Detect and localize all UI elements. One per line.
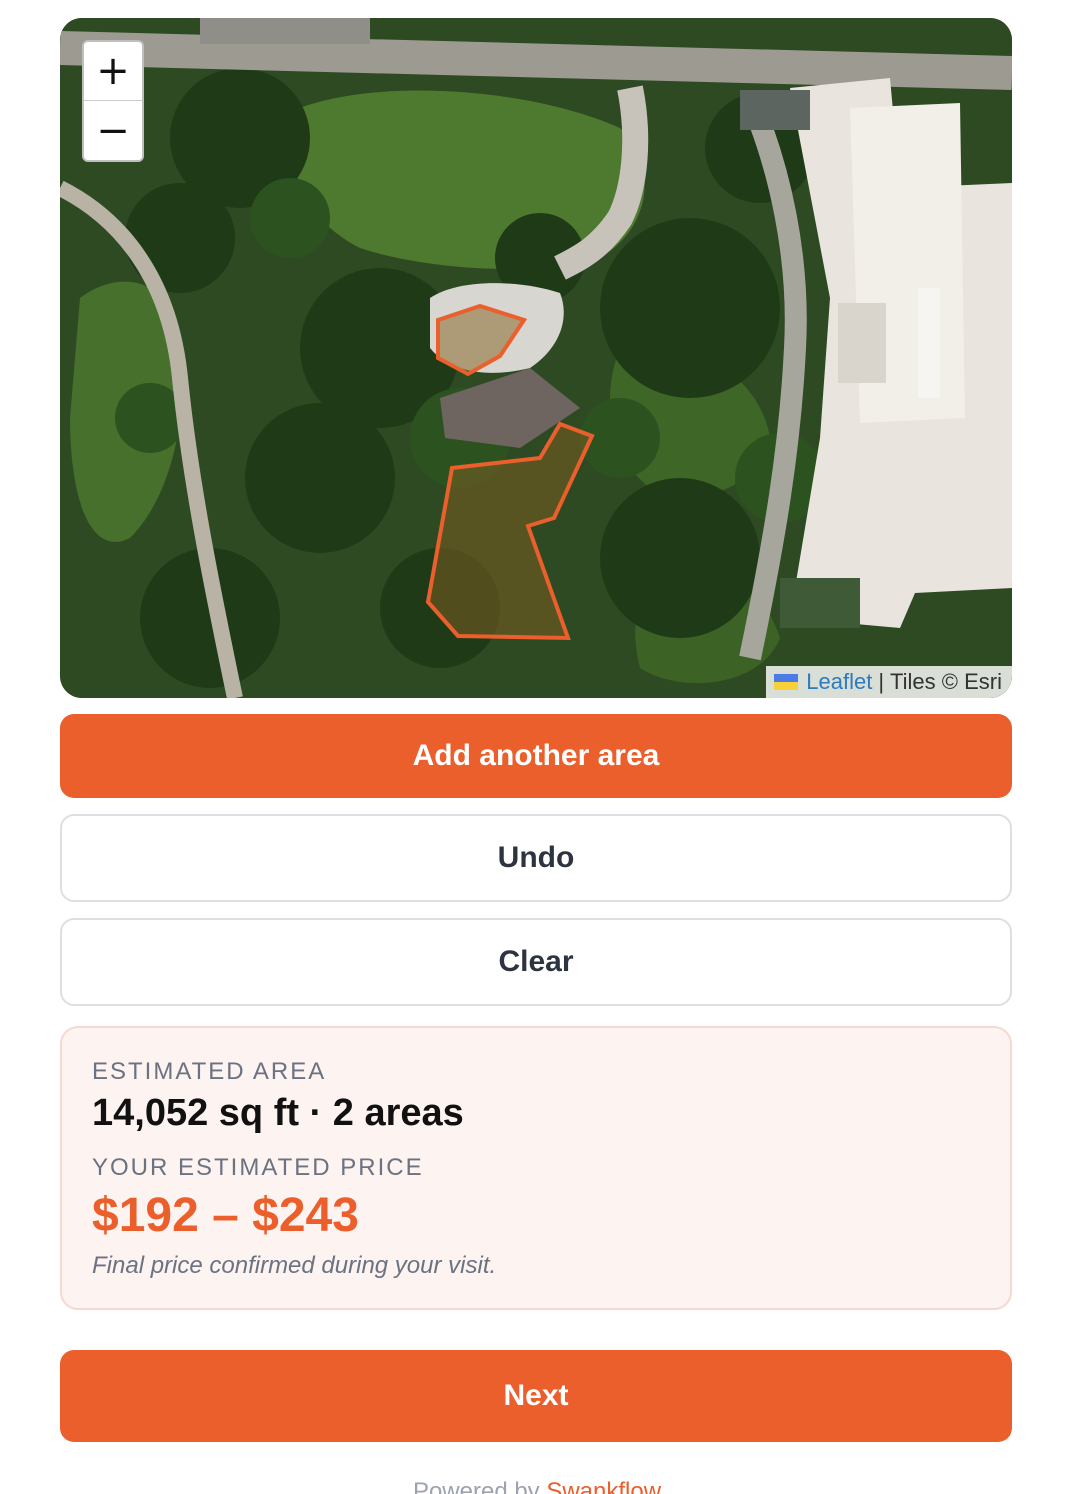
ukraine-flag-icon <box>774 674 799 690</box>
powered-by-text: Powered by <box>412 1478 547 1494</box>
map-view[interactable]: + − Leaflet | Tiles © Esri <box>60 18 1012 698</box>
leaflet-link[interactable]: Leaflet <box>806 669 872 695</box>
estimate-panel: ESTIMATED AREA 14,052 sq ft · 2 areas YO… <box>60 1026 1012 1310</box>
price-disclaimer: Final price confirmed during your visit. <box>92 1252 497 1279</box>
estimated-price-value: $192 – $243 <box>92 1189 359 1242</box>
brand-link[interactable]: Swankflow <box>546 1478 661 1494</box>
next-button[interactable]: Next <box>60 1350 1012 1442</box>
attribution-separator: | <box>878 669 885 694</box>
zoom-control: + − <box>82 40 144 162</box>
satellite-imagery <box>60 18 1012 698</box>
zoom-out-button[interactable]: − <box>84 101 142 160</box>
clear-button[interactable]: Clear <box>60 918 1012 1006</box>
estimated-area-value: 14,052 sq ft · 2 areas <box>92 1092 464 1134</box>
undo-button[interactable]: Undo <box>60 814 1012 902</box>
tiles-credit: Tiles © Esri <box>890 669 1002 694</box>
zoom-in-button[interactable]: + <box>84 42 142 101</box>
estimated-price-label: YOUR ESTIMATED PRICE <box>92 1154 424 1181</box>
add-area-button[interactable]: Add another area <box>60 714 1012 798</box>
map-attribution: Leaflet | Tiles © Esri <box>766 666 1012 698</box>
powered-by-footer: Powered by Swankflow <box>0 1478 1074 1494</box>
estimated-area-label: ESTIMATED AREA <box>92 1058 327 1085</box>
